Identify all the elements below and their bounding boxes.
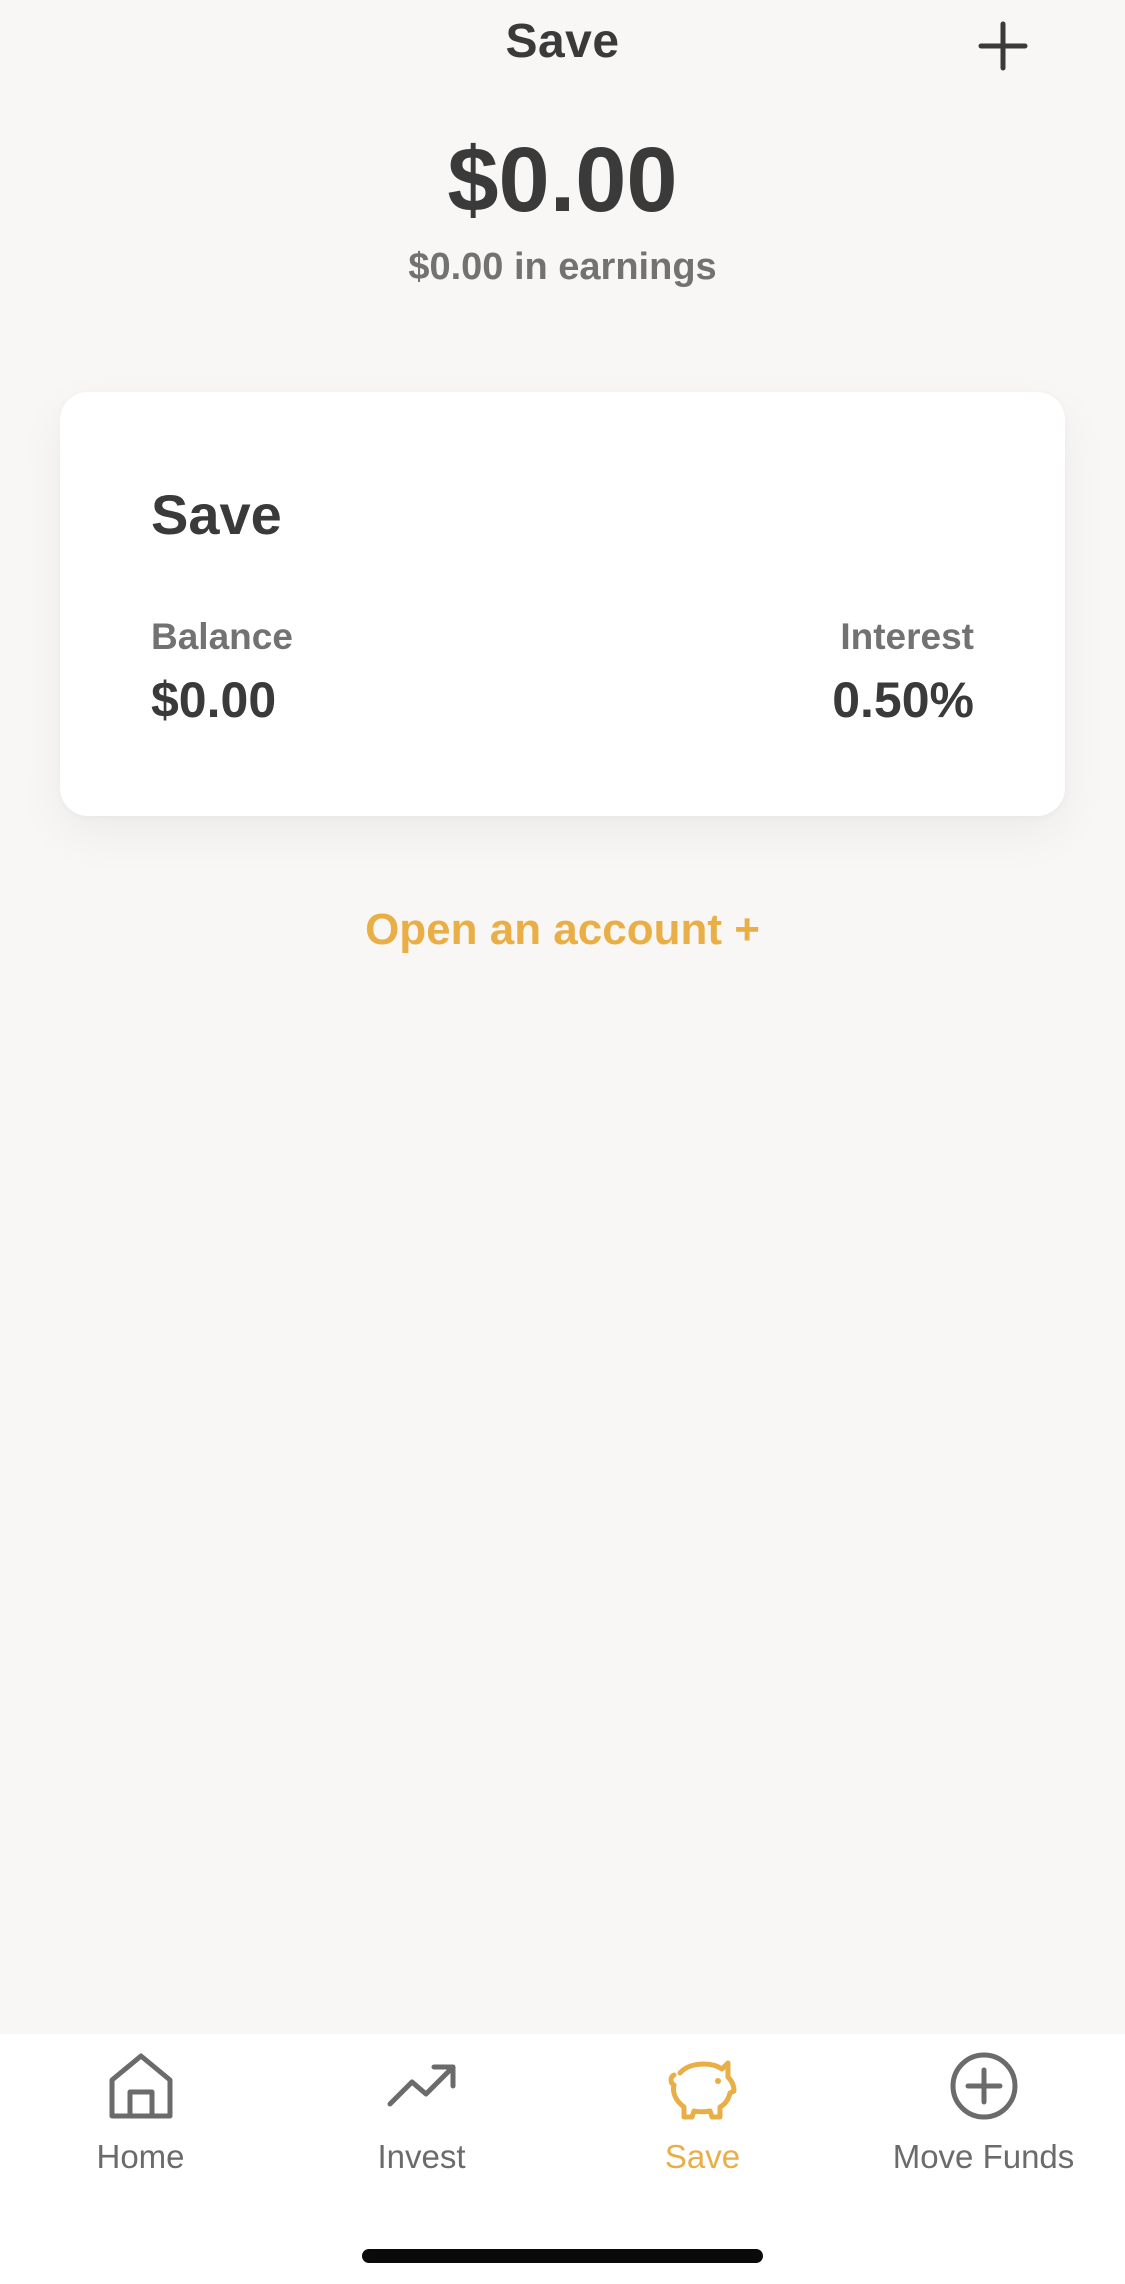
add-button[interactable] xyxy=(971,14,1035,78)
tab-home[interactable]: Home xyxy=(0,2048,281,2198)
trending-up-icon xyxy=(384,2048,460,2124)
balance-column: Balance $0.00 xyxy=(151,614,293,730)
interest-column: Interest 0.50% xyxy=(832,614,974,730)
tab-home-label: Home xyxy=(96,2138,185,2175)
total-balance: $0.00 xyxy=(447,129,678,231)
balance-label: Balance xyxy=(151,616,293,657)
balance-value: $0.00 xyxy=(151,672,277,728)
page-title: Save xyxy=(505,15,620,68)
save-screen: Save $0.00 $0.00 in earnings Save Balanc… xyxy=(0,0,1125,2284)
tab-move-funds[interactable]: Move Funds xyxy=(843,2048,1124,2198)
interest-value: 0.50% xyxy=(832,672,974,728)
account-card-title: Save xyxy=(151,483,282,546)
tab-save-label: Save xyxy=(664,2138,741,2175)
balance-summary: $0.00 $0.00 in earnings xyxy=(0,120,1125,289)
tab-invest[interactable]: Invest xyxy=(281,2048,562,2198)
bottom-tab-bar: Home Invest Save Move Funds xyxy=(0,2034,1125,2284)
earnings-text: $0.00 in earnings xyxy=(408,246,717,288)
open-account-link[interactable]: Open an account + xyxy=(0,905,1125,955)
home-icon xyxy=(103,2048,179,2124)
tab-move-funds-label: Move Funds xyxy=(892,2138,1075,2175)
home-indicator[interactable] xyxy=(362,2249,763,2263)
save-account-card[interactable]: Save Balance $0.00 Interest 0.50% xyxy=(60,392,1065,816)
tab-invest-label: Invest xyxy=(377,2138,466,2175)
interest-label: Interest xyxy=(840,616,974,657)
tab-save[interactable]: Save xyxy=(562,2048,843,2198)
plus-icon xyxy=(978,21,1028,71)
header: Save xyxy=(0,0,1125,100)
piggy-bank-icon xyxy=(665,2048,741,2124)
plus-circle-icon xyxy=(946,2048,1022,2124)
